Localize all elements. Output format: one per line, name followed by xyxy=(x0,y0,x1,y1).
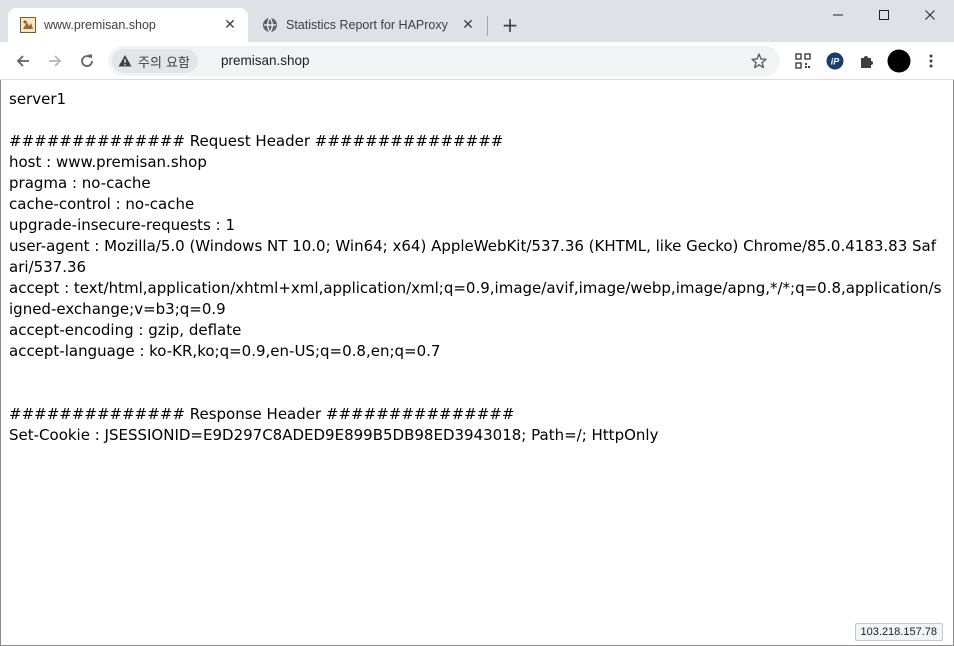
page-content: server1 ############## Request Header ###… xyxy=(9,89,945,446)
maximize-icon xyxy=(879,10,889,20)
tab-separator xyxy=(487,16,488,36)
content-line xyxy=(9,362,945,383)
close-tab-icon[interactable]: ✕ xyxy=(222,17,238,33)
content-line: ############## Response Header #########… xyxy=(9,405,515,423)
content-line: upgrade-insecure-requests : 1 xyxy=(9,216,235,234)
tab-title: Statistics Report for HAProxy xyxy=(286,18,448,32)
tab-title: www.premisan.shop xyxy=(44,18,156,32)
minimize-icon xyxy=(833,14,843,16)
bookmark-star-icon[interactable] xyxy=(750,52,768,70)
content-line: cache-control : no-cache xyxy=(9,195,195,213)
qr-icon xyxy=(795,53,811,69)
status-bubble: 103.218.157.78 xyxy=(854,623,943,641)
page-viewport: server1 ############## Request Header ###… xyxy=(0,80,954,646)
kebab-menu-icon xyxy=(929,54,933,68)
ip-extension-button[interactable]: iP xyxy=(821,47,849,75)
extensions-button[interactable] xyxy=(853,47,881,75)
site-favicon-icon xyxy=(20,17,36,33)
content-line: accept : text/html,application/xhtml+xml… xyxy=(9,279,942,318)
security-label: 주의 요함 xyxy=(138,55,190,71)
tab-premisan[interactable]: www.premisan.shop ✕ xyxy=(8,8,248,42)
forward-button[interactable] xyxy=(41,47,69,75)
browser-toolbar: 주의 요함 premisan.shop iP xyxy=(0,42,954,80)
window-close-button[interactable] xyxy=(907,0,953,30)
qr-extension-button[interactable] xyxy=(789,47,817,75)
globe-icon xyxy=(263,17,277,33)
profile-button[interactable] xyxy=(885,47,913,75)
content-line: host : www.premisan.shop xyxy=(9,153,207,171)
address-bar[interactable]: 주의 요함 premisan.shop xyxy=(108,46,780,76)
content-line: ############## Request Header ##########… xyxy=(9,132,504,150)
warning-icon xyxy=(118,55,132,67)
menu-button[interactable] xyxy=(917,47,945,75)
tab-haproxy[interactable]: Statistics Report for HAProxy ✕ xyxy=(250,8,486,42)
content-line: Set-Cookie : JSESSIONID=E9D297C8ADED9E89… xyxy=(9,426,659,444)
puzzle-icon xyxy=(861,56,873,68)
content-line: pragma : no-cache xyxy=(9,174,151,192)
avatar xyxy=(887,49,911,73)
content-line xyxy=(9,110,945,131)
close-icon xyxy=(925,10,935,20)
ip-extension-icon: iP xyxy=(826,52,844,70)
back-button[interactable] xyxy=(9,47,37,75)
back-arrow-icon xyxy=(16,55,29,67)
content-line: user-agent : Mozilla/5.0 (Windows NT 10.… xyxy=(9,237,937,276)
url-text[interactable]: premisan.shop xyxy=(221,53,310,68)
forward-arrow-icon xyxy=(49,55,62,67)
svg-text:iP: iP xyxy=(831,57,841,67)
content-line: accept-language : ko-KR,ko;q=0.9,en-US;q… xyxy=(9,342,441,360)
new-tab-button[interactable]: + xyxy=(498,13,522,37)
maximize-button[interactable] xyxy=(861,0,907,30)
security-indicator[interactable]: 주의 요함 xyxy=(112,49,198,73)
content-line xyxy=(9,383,945,404)
minimize-button[interactable] xyxy=(815,0,861,30)
content-line: server1 xyxy=(9,90,67,108)
reload-button[interactable] xyxy=(73,47,101,75)
reload-icon xyxy=(81,54,93,67)
tab-strip: www.premisan.shop ✕ Statistics Report fo… xyxy=(0,0,954,42)
close-tab-icon[interactable]: ✕ xyxy=(460,17,476,33)
content-line: accept-encoding : gzip, deflate xyxy=(9,321,242,339)
